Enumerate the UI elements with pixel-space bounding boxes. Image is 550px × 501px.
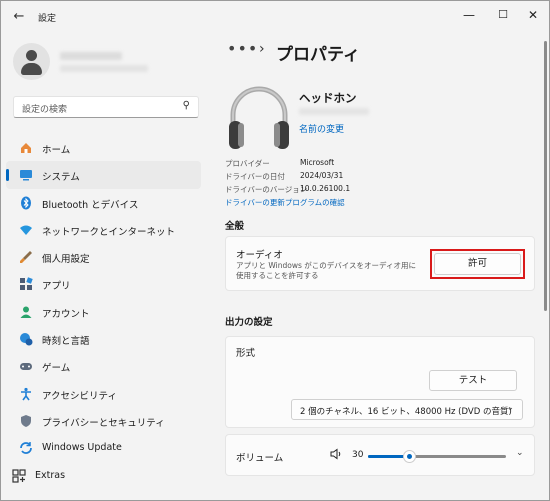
close-button[interactable]: ✕ <box>518 4 548 26</box>
sidebar-item-label: アクセシビリティ <box>42 390 117 402</box>
apps-icon <box>20 277 33 291</box>
redacted-user-email <box>60 65 148 72</box>
sidebar-item-apps[interactable]: アプリ <box>1 270 206 297</box>
general-heading: 全般 <box>225 221 245 232</box>
volume-value: 30 <box>352 450 364 460</box>
sidebar-item-label: アプリ <box>42 281 71 293</box>
title-bar: ← 設定 — ☐ ✕ <box>1 1 549 33</box>
property-key: ドライバーの日付 <box>225 172 285 181</box>
chevron-down-icon[interactable]: ⌄ <box>516 448 524 458</box>
minimize-button[interactable]: — <box>454 4 484 26</box>
format-card: 形式 テスト 2 個のチャネル、16 ビット、48000 Hz (DVD の音質… <box>225 336 535 428</box>
allow-button-highlight: 許可 <box>430 249 525 279</box>
sidebar-item-network[interactable]: ネットワークとインターネット <box>1 216 206 243</box>
rename-link[interactable]: 名前の変更 <box>299 122 344 135</box>
home-icon <box>21 143 31 153</box>
sidebar-item-label: ネットワークとインターネット <box>42 226 176 238</box>
network-icon <box>20 225 32 235</box>
audio-card: オーディオ アプリと Windows がこのデバイスをオーディオ用に使用すること… <box>225 236 535 291</box>
chevron-down-icon: ⌄ <box>506 403 514 413</box>
sidebar-item-extras[interactable]: Extras <box>1 462 206 489</box>
sidebar-item-windows-update[interactable]: Windows Update <box>1 434 206 461</box>
volume-slider-thumb[interactable] <box>403 450 417 463</box>
app-title: 設定 <box>38 14 57 24</box>
chevron-right-icon: › <box>259 41 265 57</box>
search-box[interactable]: 設定の検索 ⚲ <box>13 96 199 118</box>
scrollbar[interactable] <box>544 41 547 496</box>
gaming-icon <box>20 363 32 371</box>
sidebar-nav: ホーム システム Bluetooth とデバイス ネットワークとインターネット … <box>1 134 206 489</box>
sidebar-item-accessibility[interactable]: アクセシビリティ <box>1 380 206 407</box>
sidebar-item-label: プライバシーとセキュリティ <box>42 417 165 429</box>
property-value: Microsoft <box>300 158 335 167</box>
sidebar-item-bluetooth[interactable]: Bluetooth とデバイス <box>1 189 206 216</box>
system-icon <box>20 170 32 181</box>
back-arrow-icon[interactable]: ← <box>9 7 29 27</box>
shield-icon <box>21 414 31 427</box>
property-key: ドライバーのバージョン <box>225 185 308 194</box>
accessibility-icon <box>21 387 31 401</box>
volume-slider[interactable] <box>368 450 506 463</box>
property-value: 2024/03/31 <box>300 171 344 180</box>
sidebar-item-label: 個人用設定 <box>42 254 90 266</box>
page-title: プロパティ <box>276 45 360 65</box>
settings-window: ← 設定 — ☐ ✕ 設定の検索 ⚲ ホーム システム Bluetooth とデ… <box>0 0 550 501</box>
sidebar-item-personalization[interactable]: 個人用設定 <box>1 243 206 270</box>
sidebar-item-home[interactable]: ホーム <box>1 134 206 161</box>
search-icon: ⚲ <box>182 100 190 111</box>
sidebar-item-privacy[interactable]: プライバシーとセキュリティ <box>1 407 206 434</box>
volume-title: ボリューム <box>236 453 284 464</box>
breadcrumb-overflow-button[interactable]: ••• <box>227 39 258 58</box>
avatar <box>13 43 50 80</box>
redacted-device-info <box>299 108 369 115</box>
property-key: プロバイダー <box>225 159 270 168</box>
sidebar-item-label: システム <box>42 172 80 184</box>
time-language-icon <box>20 333 33 346</box>
sidebar-item-gaming[interactable]: ゲーム <box>1 352 206 379</box>
audio-description: アプリと Windows がこのデバイスをオーディオ用に使用することを許可する <box>236 261 416 280</box>
sidebar-item-label: Extras <box>35 469 66 481</box>
accounts-icon <box>20 306 32 318</box>
maximize-button[interactable]: ☐ <box>488 4 518 26</box>
windows-update-icon <box>20 442 32 455</box>
search-input[interactable]: 設定の検索 <box>22 102 67 115</box>
bluetooth-icon <box>21 196 31 210</box>
extras-icon <box>12 468 26 483</box>
scrollbar-thumb[interactable] <box>544 41 547 311</box>
audio-title: オーディオ <box>236 250 283 261</box>
personalization-icon <box>20 251 32 264</box>
sidebar-item-label: アカウント <box>42 308 90 320</box>
sidebar-item-label: Bluetooth とデバイス <box>42 199 139 211</box>
volume-card: ボリューム 30 ⌄ <box>225 434 535 476</box>
headphones-icon <box>229 86 289 149</box>
sidebar-item-time-language[interactable]: 時刻と言語 <box>1 325 206 352</box>
device-name: ヘッドホン <box>299 91 357 105</box>
sidebar-item-system[interactable]: システム <box>6 161 201 189</box>
check-driver-updates-link[interactable]: ドライバーの更新プログラムの確認 <box>225 197 345 208</box>
test-button[interactable]: テスト <box>429 370 517 391</box>
sidebar-item-label: Windows Update <box>42 442 122 454</box>
sidebar-item-label: ホーム <box>42 145 71 156</box>
property-value: 10.0.26100.1 <box>300 184 351 193</box>
output-heading: 出力の設定 <box>225 317 273 328</box>
redacted-user-name <box>60 52 122 60</box>
sidebar-item-label: ゲーム <box>42 363 71 375</box>
sidebar-item-accounts[interactable]: アカウント <box>1 298 206 325</box>
format-value: 2 個のチャネル、16 ビット、48000 Hz (DVD の音質) <box>300 407 512 417</box>
allow-button[interactable]: 許可 <box>434 253 521 275</box>
sidebar-item-label: 時刻と言語 <box>42 336 90 348</box>
speaker-icon[interactable] <box>330 448 342 460</box>
format-title: 形式 <box>236 348 256 359</box>
format-dropdown[interactable]: 2 個のチャネル、16 ビット、48000 Hz (DVD の音質) ⌄ <box>291 399 523 420</box>
